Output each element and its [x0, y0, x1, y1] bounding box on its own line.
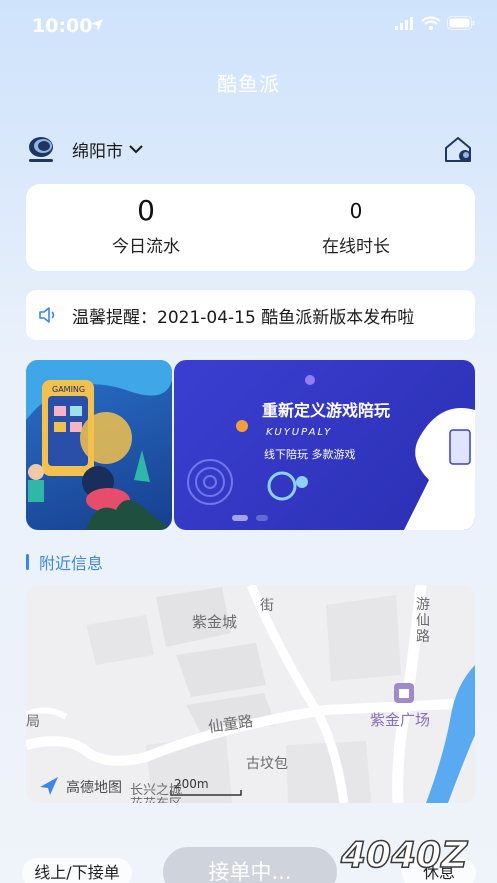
status-bar: 10:00 — [0, 0, 497, 56]
city-name: 绵阳市 — [72, 141, 123, 162]
gaming-tag: GAMING — [52, 385, 85, 394]
banner-headline: 重新定义游戏陪玩 — [262, 401, 390, 420]
section-accent-bar — [26, 554, 29, 570]
status-time: 10:00 — [32, 15, 93, 37]
status-icons — [395, 16, 475, 30]
pagination-dot — [256, 515, 268, 521]
city-selector[interactable]: 绵阳市 — [26, 134, 143, 164]
site-watermark: 4040Z — [339, 834, 469, 877]
online-label: 在线时长 — [322, 237, 390, 257]
home-icon[interactable] — [443, 134, 473, 164]
pagination-dot-active — [232, 515, 248, 521]
battery-icon — [447, 16, 475, 30]
map-label-ju: 局 — [26, 714, 40, 730]
turnover-value: 0 — [137, 194, 155, 227]
wifi-icon — [421, 16, 441, 30]
map-label-huahua: 花花东区 — [130, 793, 182, 803]
chevron-down-icon — [129, 145, 143, 154]
map-label-street: 街 — [260, 598, 274, 614]
location-arrow-icon — [91, 19, 103, 31]
banner-brand: KUYUPALY — [266, 427, 332, 438]
amap-logo-icon — [40, 777, 58, 795]
notice-text: 温馨提醒：2021-04-15 酷鱼派新版本发布啦 — [72, 307, 415, 328]
banner-slide-prev[interactable]: GAMING — [26, 360, 172, 530]
online-value: 0 — [349, 199, 363, 223]
accept-orders-button[interactable]: 接单中... — [163, 847, 337, 883]
online-offline-toggle[interactable]: 线上/下接单 — [22, 858, 132, 883]
stats-card: 0 今日流水 0 在线时长 — [26, 184, 475, 271]
map-label-guwenbao: 古坟包 — [246, 756, 288, 772]
nearby-map[interactable]: 紫金城 游仙路 街 紫金广场 仙童路 古坟包 局 长兴之城 花花东区 高德地图 … — [26, 585, 475, 803]
turnover-label: 今日流水 — [112, 237, 180, 257]
map-label-youxianlu: 游仙路 — [416, 597, 430, 645]
banner-pagination — [232, 515, 268, 521]
cellular-signal-icon — [395, 17, 413, 30]
nearby-title: 附近信息 — [39, 554, 104, 573]
gaming-illustration: GAMING — [26, 360, 172, 530]
banner-tagline: 线下陪玩 多款游戏 — [264, 447, 356, 461]
app-logo-icon — [29, 137, 53, 162]
map-provider: 高德地图 — [66, 780, 122, 796]
online-duration: 0 在线时长 — [244, 194, 468, 257]
speaker-icon — [39, 307, 55, 323]
page-title: 酷鱼派 — [217, 72, 280, 96]
watermark-text: 4040Z — [340, 835, 468, 876]
map-label-zijincheng: 紫金城 — [192, 613, 238, 631]
map-label-zijin-plaza: 紫金广场 — [370, 711, 431, 729]
banner-slide-current[interactable]: 重新定义游戏陪玩 KUYUPALY 线下陪玩 多款游戏 — [174, 360, 475, 530]
today-turnover: 0 今日流水 — [34, 194, 258, 257]
notice-bar[interactable]: 温馨提醒：2021-04-15 酷鱼派新版本发布啦 — [26, 290, 475, 340]
nearby-section-title: 附近信息 — [26, 550, 103, 574]
map-scale: 200m — [174, 777, 209, 791]
banner-art: 重新定义游戏陪玩 KUYUPALY 线下陪玩 多款游戏 — [187, 375, 475, 530]
